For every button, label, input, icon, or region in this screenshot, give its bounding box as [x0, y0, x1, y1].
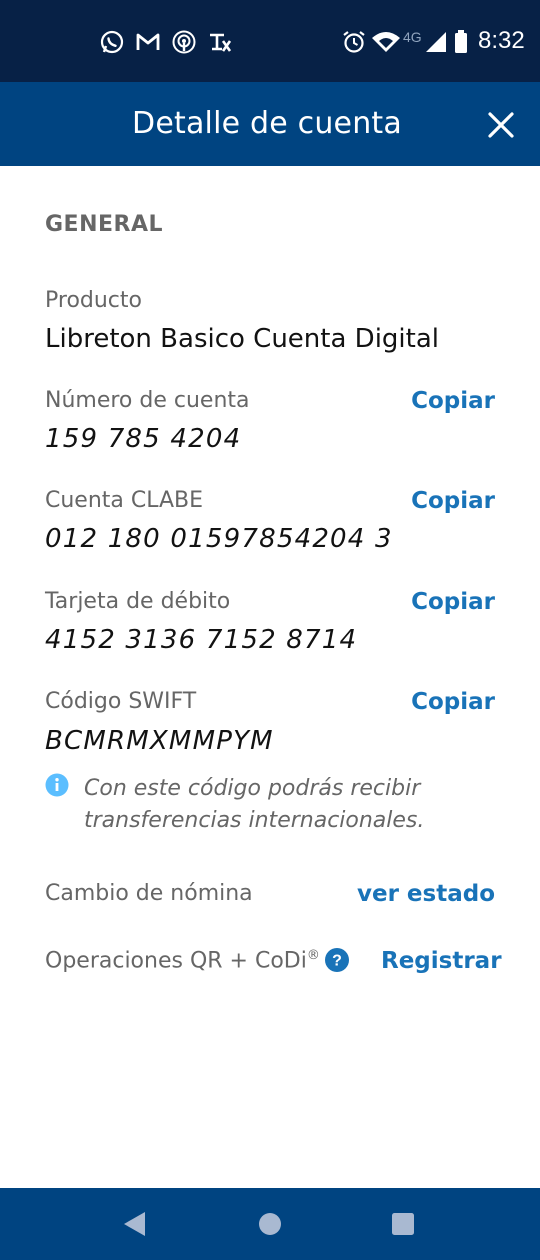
battery-icon — [455, 30, 467, 53]
copy-swift-button[interactable]: Copiar — [411, 689, 495, 715]
podcast-icon — [172, 30, 196, 54]
debit-card-value: 4152 3136 7152 8714 — [45, 625, 358, 655]
translate-icon — [210, 33, 232, 52]
product-label: Producto — [45, 288, 142, 313]
account-number-label: Número de cuenta — [45, 388, 250, 413]
account-number-value: 159 785 4204 — [45, 424, 242, 454]
copy-account-number-button[interactable]: Copiar — [411, 388, 495, 414]
swift-info-text: Con este código podrás recibir transfere… — [84, 776, 425, 833]
section-title-general: GENERAL — [45, 212, 164, 237]
payroll-change-label: Cambio de nómina — [45, 881, 253, 906]
network-type: 4G — [403, 29, 422, 45]
wifi-icon — [372, 32, 400, 52]
copy-clabe-button[interactable]: Copiar — [411, 488, 495, 514]
gmail-icon — [136, 33, 160, 50]
alarm-icon — [343, 31, 365, 53]
clabe-value: 012 180 01597854204 3 — [45, 524, 393, 554]
help-icon[interactable]: ? — [325, 948, 349, 972]
view-status-link[interactable]: ver estado — [357, 881, 495, 907]
close-icon[interactable] — [484, 108, 518, 142]
recents-icon[interactable] — [391, 1212, 415, 1236]
home-icon[interactable] — [257, 1211, 283, 1237]
status-bar: 4G 8:32 — [0, 0, 540, 82]
registered-mark: ® — [306, 948, 320, 963]
product-value: Libreton Basico Cuenta Digital — [45, 324, 439, 354]
back-icon[interactable] — [121, 1211, 147, 1237]
status-time: 8:32 — [478, 27, 525, 54]
debit-card-label: Tarjeta de débito — [45, 589, 231, 614]
signal-icon — [426, 32, 446, 52]
info-icon — [45, 773, 69, 797]
page-title: Detalle de cuenta — [132, 106, 402, 141]
system-nav-bar — [0, 1188, 540, 1260]
whatsapp-icon — [100, 30, 124, 54]
swift-value: BCMRMXMMPYM — [45, 726, 274, 756]
qr-codi-label: Operaciones QR + CoDi® — [45, 948, 320, 973]
clabe-label: Cuenta CLABE — [45, 488, 204, 513]
swift-label: Código SWIFT — [45, 689, 197, 714]
app-header: Detalle de cuenta — [0, 82, 540, 166]
qr-codi-label-text: Operaciones QR + CoDi — [45, 948, 307, 974]
svg-text:?: ? — [332, 953, 342, 970]
copy-debit-card-button[interactable]: Copiar — [411, 589, 495, 615]
register-link[interactable]: Registrar — [381, 948, 502, 974]
